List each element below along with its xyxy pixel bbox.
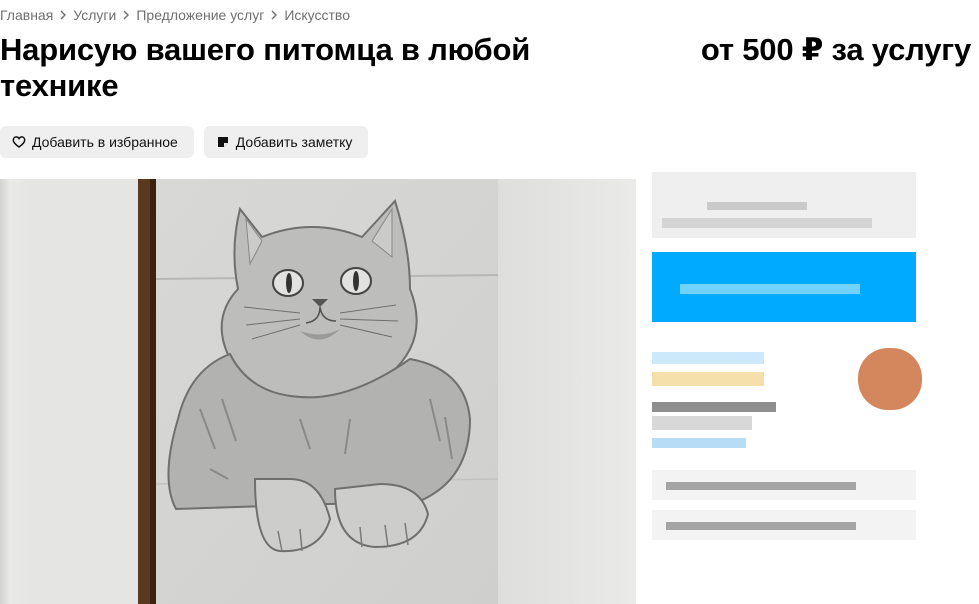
breadcrumb-art[interactable]: Искусство <box>284 7 350 23</box>
breadcrumb: Главная Услуги Предложение услуг Искусст… <box>0 6 350 24</box>
add-to-favorites-label: Добавить в избранное <box>32 134 178 150</box>
listing-actions: Добавить в избранное Добавить заметку <box>0 126 369 158</box>
pixelated-text-2 <box>662 218 872 228</box>
chevron-right-icon <box>123 10 130 20</box>
page-title: Нарисую вашего питомца в любой технике <box>0 32 531 103</box>
heart-icon <box>12 135 26 149</box>
listing-photo[interactable] <box>0 179 636 604</box>
pixelated-seller-name <box>652 352 764 364</box>
pixelated-button-text <box>680 284 860 294</box>
pixelated-row-1-text <box>666 482 856 490</box>
breadcrumb-offers[interactable]: Предложение услуг <box>136 7 264 23</box>
add-to-favorites-button[interactable]: Добавить в избранное <box>0 126 194 158</box>
note-icon <box>216 135 230 149</box>
pixelated-rating-stars <box>652 372 764 386</box>
pixelated-avatar <box>858 348 922 410</box>
breadcrumb-home[interactable]: Главная <box>0 7 53 23</box>
chevron-right-icon <box>271 10 278 20</box>
add-note-button[interactable]: Добавить заметку <box>203 126 369 158</box>
pixelated-text-1 <box>707 202 807 210</box>
price-label: от 500 ₽ за услугу <box>700 32 971 67</box>
breadcrumb-services[interactable]: Услуги <box>73 7 116 23</box>
pencil-drawing-of-cat-image <box>0 179 636 604</box>
pixelated-row-2-text <box>666 522 856 530</box>
pixelated-meta-1 <box>652 402 776 412</box>
chevron-right-icon <box>60 10 67 20</box>
seller-panel-pixelated <box>652 172 922 544</box>
add-note-label: Добавить заметку <box>235 134 353 150</box>
pixelated-meta-link <box>652 438 746 448</box>
pixelated-meta-2 <box>652 416 752 430</box>
